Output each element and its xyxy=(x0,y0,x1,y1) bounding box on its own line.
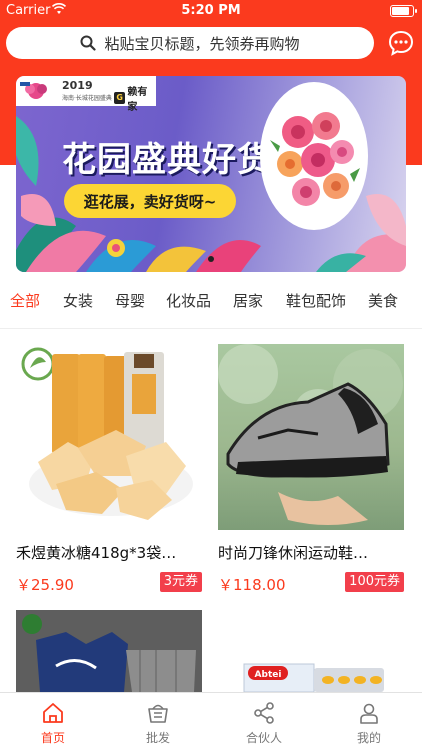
tab-partner[interactable]: 合伙人 xyxy=(211,693,317,750)
tab-mine[interactable]: 我的 xyxy=(316,693,422,750)
product-price: ￥25.90 xyxy=(16,576,74,594)
tab-label: 首页 xyxy=(40,731,65,745)
product-image xyxy=(16,610,202,692)
clock: 5:20 PM xyxy=(181,3,241,18)
product-image: Abtei xyxy=(218,610,404,692)
banner-logo-strip: 2019 海南·长城花园盛典 G 赖有家 xyxy=(16,76,156,113)
product-image xyxy=(16,344,202,530)
product-card[interactable]: Abtei xyxy=(218,610,404,692)
product-image xyxy=(218,344,404,530)
banner-year-sub: 海南·长城花园盛典 xyxy=(62,95,112,102)
coupon-badge[interactable]: 100元券 xyxy=(345,572,404,592)
message-dots-icon[interactable] xyxy=(388,30,414,56)
tab-label: 批发 xyxy=(145,731,170,745)
coupon-badge[interactable]: 3元券 xyxy=(159,572,202,592)
divider xyxy=(0,328,422,329)
banner-year: 2019 xyxy=(62,79,93,92)
category-tab[interactable]: 化妆品 xyxy=(166,290,211,311)
category-tab[interactable]: 美食 xyxy=(368,290,398,311)
brand-text: Abtei xyxy=(255,670,282,680)
category-tab[interactable]: 居家 xyxy=(233,290,263,311)
status-bar: Carrier 5:20 PM xyxy=(0,0,422,22)
banner-brand: G 赖有家 xyxy=(114,83,156,113)
user-icon xyxy=(360,703,378,724)
banner-title: 花园盛典好货 xyxy=(62,140,272,180)
promo-banner[interactable]: 2019 海南·长城花园盛典 G 赖有家 花园盛典好货 逛花展，卖好货呀~ xyxy=(16,76,406,272)
battery-icon xyxy=(390,5,417,17)
flower-image xyxy=(260,82,368,230)
tab-label: 我的 xyxy=(356,731,381,745)
category-tab[interactable]: 全部 xyxy=(10,290,40,311)
search-placeholder: 粘贴宝贝标题，先领券再购物 xyxy=(104,34,300,53)
product-price: ￥118.00 xyxy=(218,576,286,594)
search-icon xyxy=(80,35,97,51)
tab-label: 合伙人 xyxy=(245,731,282,745)
product-name: 禾煜黄冰糖418g*3袋… xyxy=(16,544,177,562)
category-tab[interactable]: 鞋包配饰 xyxy=(286,290,346,311)
product-card[interactable]: 禾煜黄冰糖418g*3袋… ￥25.90 3元券 xyxy=(16,344,202,596)
tab-home[interactable]: 首页 xyxy=(0,693,106,750)
product-name: 时尚刀锋休闲运动鞋… xyxy=(218,544,369,562)
share-icon xyxy=(254,702,274,724)
category-tabs: 全部 女装 母婴 化妆品 居家 鞋包配饰 美食 xyxy=(0,284,422,316)
product-card[interactable]: 时尚刀锋休闲运动鞋… ￥118.00 100元券 xyxy=(218,344,404,596)
home-icon xyxy=(43,703,63,723)
flower-logo xyxy=(20,82,47,99)
carousel-indicator[interactable] xyxy=(208,256,214,262)
tab-wholesale[interactable]: 批发 xyxy=(105,693,211,750)
banner-brand-text: 赖有家 xyxy=(127,87,148,113)
category-tab[interactable]: 女装 xyxy=(63,290,93,311)
product-card[interactable] xyxy=(16,610,202,692)
category-tab[interactable]: 母婴 xyxy=(115,290,145,311)
brand-logo-icon: G xyxy=(114,92,126,104)
banner-pill: 逛花展，卖好货呀~ xyxy=(64,184,236,218)
bottom-tab-bar: 首页 批发 合伙人 我的 xyxy=(0,692,422,750)
search-bar[interactable]: 粘贴宝贝标题，先领券再购物 xyxy=(6,27,374,59)
basket-icon xyxy=(148,704,168,723)
